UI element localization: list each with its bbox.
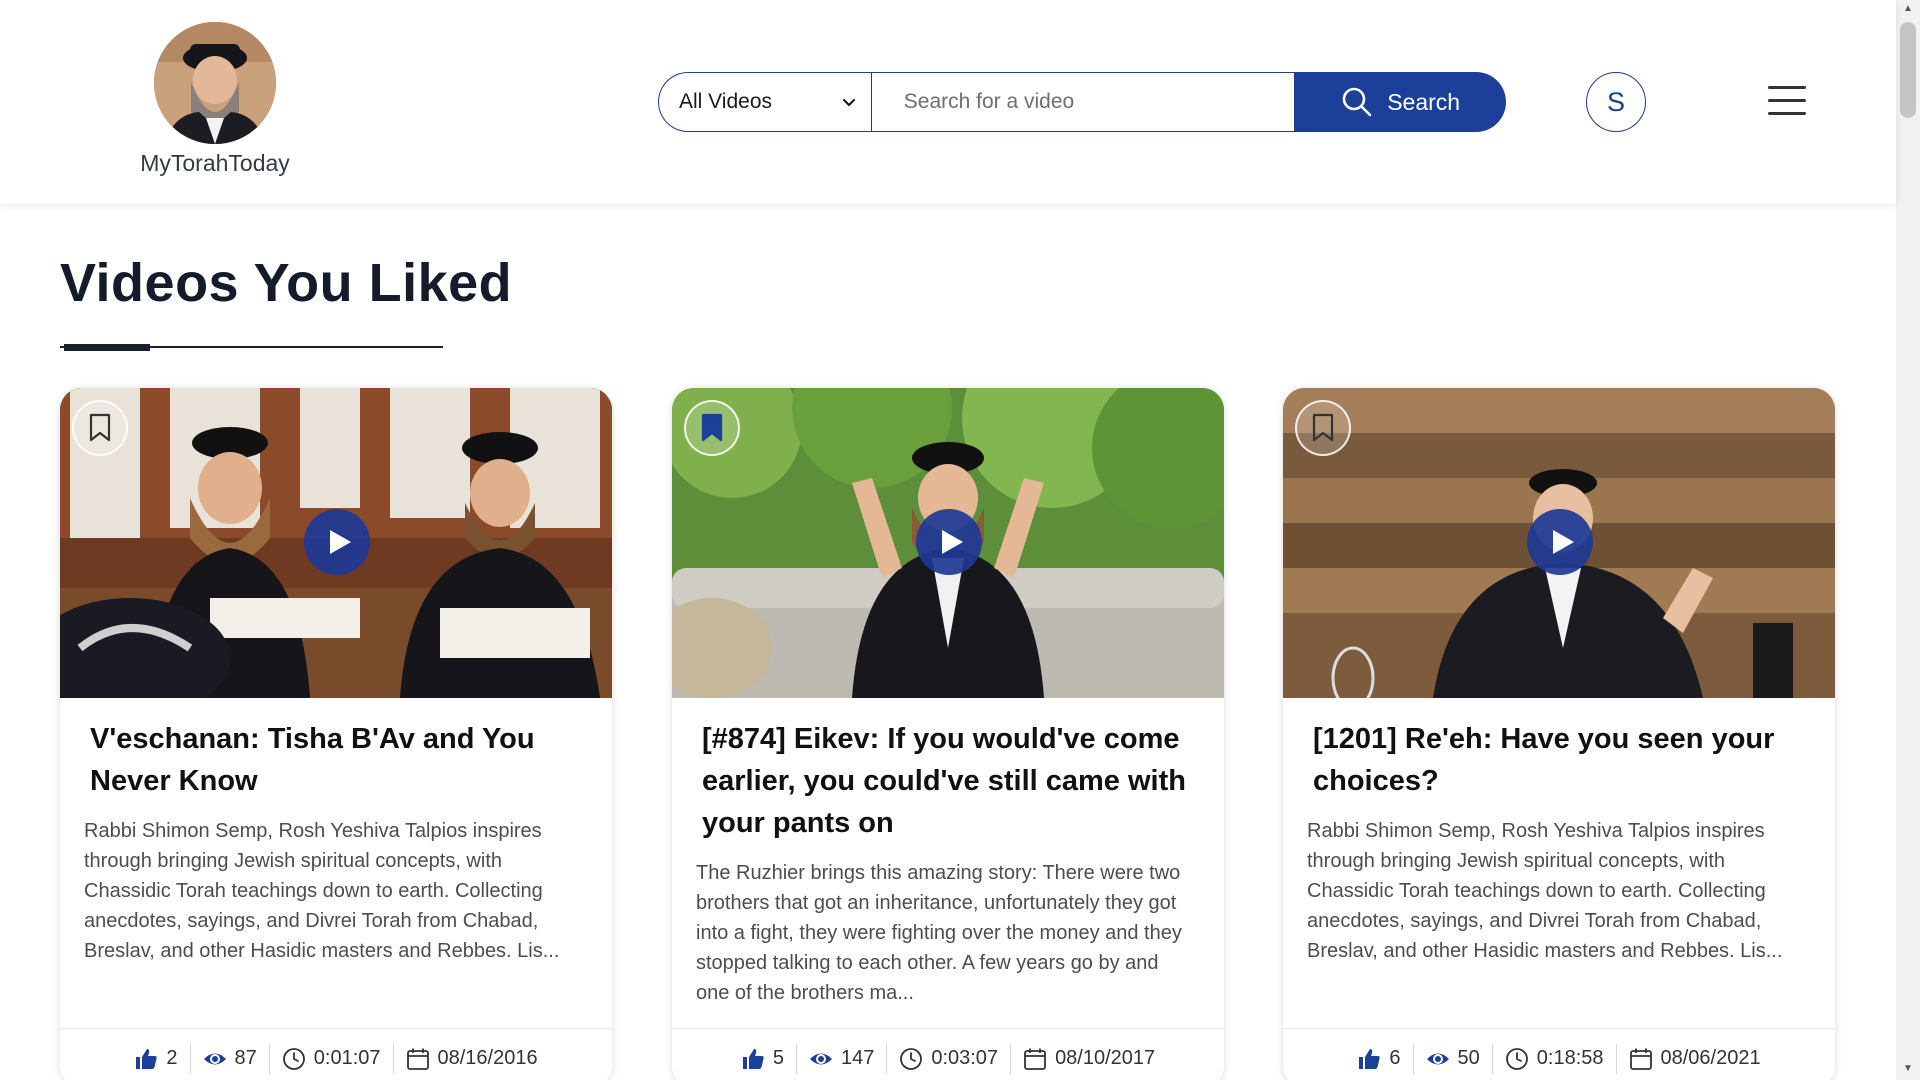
search-button[interactable]: Search xyxy=(1295,72,1506,132)
thumbs-up-icon xyxy=(1359,1048,1380,1069)
video-stats: 6 50 0:18:58 08/06/2021 xyxy=(1283,1028,1835,1080)
bookmark-button[interactable] xyxy=(1295,400,1351,456)
menu-line xyxy=(1768,112,1806,115)
video-title[interactable]: V'eschanan: Tisha B'Av and You Never Kno… xyxy=(90,718,582,802)
search-button-label: Search xyxy=(1387,88,1461,115)
video-card[interactable]: V'eschanan: Tisha B'Av and You Never Kno… xyxy=(60,388,612,1080)
logo-text: MyTorahToday xyxy=(140,150,290,176)
thumbs-up-icon xyxy=(742,1048,764,1069)
thumbs-up-icon xyxy=(136,1048,157,1069)
bookmark-filled-icon xyxy=(701,413,723,442)
scroll-down-arrow-icon[interactable]: ▼ xyxy=(1902,1064,1914,1074)
video-duration: 0:01:07 xyxy=(313,1047,381,1069)
date-stat: 08/06/2021 xyxy=(1615,1043,1773,1074)
view-stat: 87 xyxy=(189,1043,269,1074)
like-stat[interactable]: 5 xyxy=(729,1044,796,1074)
date-stat: 08/10/2017 xyxy=(1010,1043,1167,1074)
page-scrollbar[interactable]: ▲ ▼ xyxy=(1896,0,1920,1080)
calendar-icon xyxy=(1024,1048,1046,1070)
video-stats: 5 147 0:03:07 08/10/2017 xyxy=(672,1028,1224,1080)
view-stat: 147 xyxy=(795,1043,886,1074)
view-stat: 50 xyxy=(1412,1043,1492,1074)
video-description: Rabbi Shimon Semp, Rosh Yeshiva Talpios … xyxy=(84,820,560,962)
eye-icon xyxy=(1426,1053,1449,1064)
site-logo[interactable]: MyTorahToday xyxy=(130,22,300,177)
like-stat[interactable]: 6 xyxy=(1345,1044,1412,1074)
video-filter-select[interactable]: All Videos xyxy=(658,72,871,132)
bookmark-button[interactable] xyxy=(684,400,740,456)
like-count: 2 xyxy=(166,1047,178,1069)
logo-avatar xyxy=(154,22,276,144)
clock-icon xyxy=(900,1047,923,1070)
video-title[interactable]: [#874] Eikev: If you would've come earli… xyxy=(702,718,1194,844)
title-underline-accent xyxy=(64,344,150,351)
card-body: [#874] Eikev: If you would've come earli… xyxy=(672,698,1224,1038)
video-thumbnail[interactable] xyxy=(60,388,612,698)
site-header: MyTorahToday All Videos Search S xyxy=(0,0,1896,204)
view-count: 87 xyxy=(234,1047,257,1069)
scroll-up-arrow-icon[interactable]: ▲ xyxy=(1902,4,1914,14)
user-avatar-button[interactable]: S xyxy=(1586,72,1646,132)
video-thumbnail[interactable] xyxy=(1283,388,1835,698)
bookmark-outline-icon xyxy=(89,413,111,442)
search-bar: All Videos Search xyxy=(658,72,1506,132)
video-thumbnail[interactable] xyxy=(672,388,1224,698)
clock-icon xyxy=(282,1047,305,1070)
like-count: 6 xyxy=(1389,1047,1401,1069)
play-button[interactable] xyxy=(1527,509,1593,575)
play-button[interactable] xyxy=(916,509,982,575)
play-icon xyxy=(1553,530,1574,554)
video-card[interactable]: [#874] Eikev: If you would've come earli… xyxy=(672,388,1224,1080)
clock-icon xyxy=(1505,1047,1528,1070)
menu-line xyxy=(1768,99,1806,102)
calendar-icon xyxy=(406,1048,429,1070)
video-date: 08/16/2016 xyxy=(437,1047,538,1069)
scroll-thumb[interactable] xyxy=(1900,22,1916,118)
video-stats: 2 87 0:01:07 08/16/2016 xyxy=(60,1028,612,1080)
play-icon xyxy=(330,530,351,554)
video-description: The Ruzhier brings this amazing story: T… xyxy=(696,862,1182,1004)
card-body: [1201] Re'eh: Have you seen your choices… xyxy=(1283,698,1835,1038)
duration-stat: 0:03:07 xyxy=(886,1043,1010,1074)
duration-stat: 0:01:07 xyxy=(268,1043,393,1074)
user-initial: S xyxy=(1606,86,1625,117)
video-filter-selected: All Videos xyxy=(679,90,773,113)
hamburger-menu-icon[interactable] xyxy=(1768,86,1806,116)
chevron-down-icon xyxy=(842,99,855,106)
bookmark-button[interactable] xyxy=(72,400,128,456)
duration-stat: 0:18:58 xyxy=(1491,1043,1616,1074)
view-count: 50 xyxy=(1457,1047,1480,1069)
calendar-icon xyxy=(1629,1048,1652,1070)
like-count: 5 xyxy=(772,1047,784,1069)
video-card[interactable]: [1201] Re'eh: Have you seen your choices… xyxy=(1283,388,1835,1080)
like-stat[interactable]: 2 xyxy=(122,1044,189,1074)
search-icon xyxy=(1342,87,1372,117)
card-body: V'eschanan: Tisha B'Av and You Never Kno… xyxy=(60,698,612,1038)
view-count: 147 xyxy=(840,1047,875,1069)
video-date: 08/06/2021 xyxy=(1660,1047,1761,1069)
bookmark-outline-icon xyxy=(1312,413,1334,442)
video-duration: 0:18:58 xyxy=(1536,1047,1604,1069)
search-input[interactable] xyxy=(870,72,1296,132)
eye-icon xyxy=(203,1053,226,1064)
video-duration: 0:03:07 xyxy=(931,1047,999,1069)
video-description: Rabbi Shimon Semp, Rosh Yeshiva Talpios … xyxy=(1307,820,1783,962)
eye-icon xyxy=(809,1053,832,1064)
date-stat: 08/16/2016 xyxy=(392,1043,550,1074)
play-icon xyxy=(942,530,963,554)
play-button[interactable] xyxy=(304,509,370,575)
menu-line xyxy=(1768,86,1806,89)
video-title[interactable]: [1201] Re'eh: Have you seen your choices… xyxy=(1313,718,1805,802)
page-title: Videos You Liked xyxy=(60,253,513,313)
video-date: 08/10/2017 xyxy=(1055,1047,1156,1069)
